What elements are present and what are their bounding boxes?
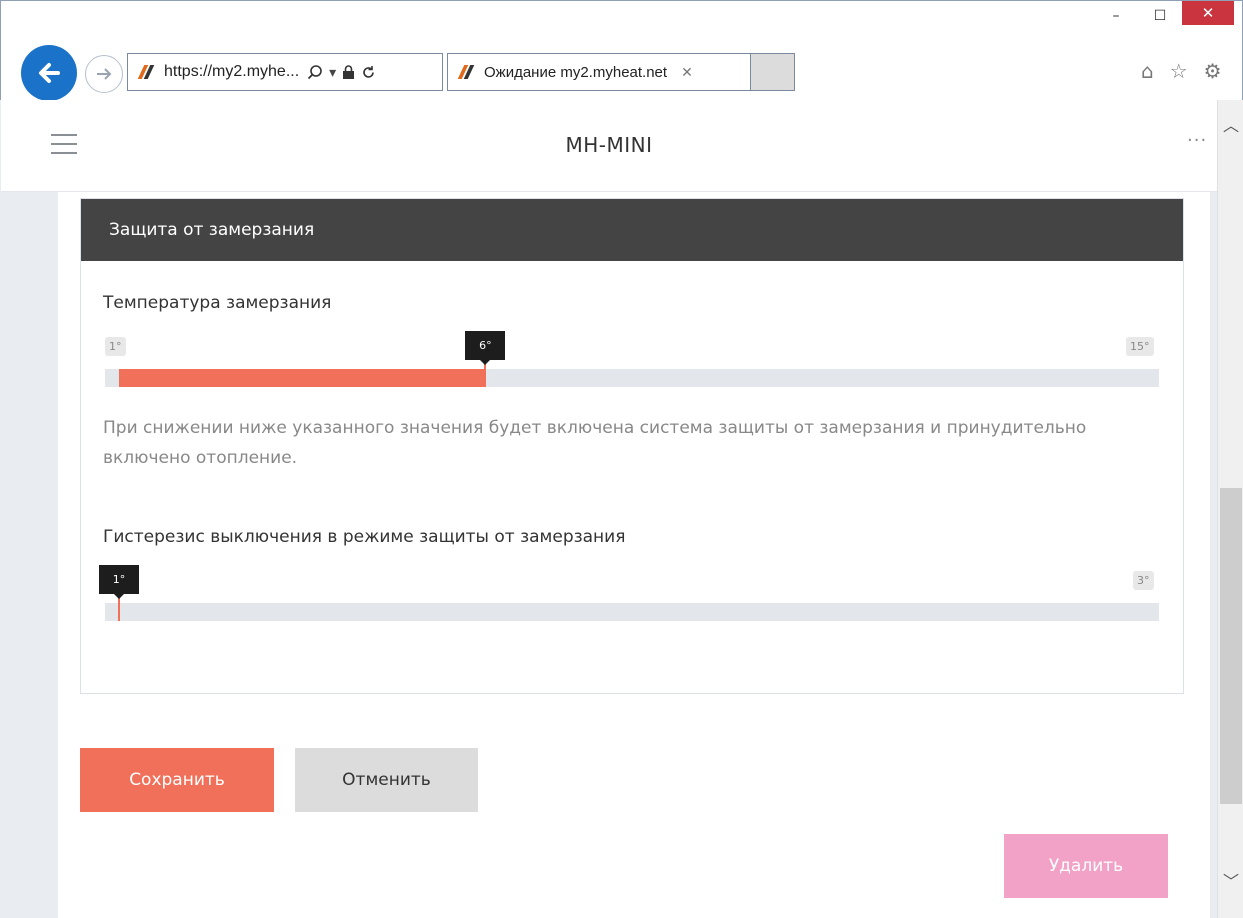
- forward-button[interactable]: [85, 55, 123, 93]
- tab-favicon-icon: [457, 65, 476, 79]
- new-tab-button[interactable]: [751, 53, 795, 91]
- scroll-up-icon[interactable]: ︿: [1218, 112, 1243, 136]
- refresh-icon[interactable]: [361, 65, 376, 80]
- browser-tab[interactable]: Ожидание my2.myheat.net ✕: [447, 53, 751, 91]
- vertical-scrollbar[interactable]: ︿ ﹀: [1217, 100, 1243, 918]
- section-title: Защита от замерзания: [81, 199, 1183, 261]
- site-favicon-icon: [137, 65, 156, 79]
- tab-close-icon[interactable]: ✕: [681, 64, 693, 81]
- forward-icon: [97, 68, 112, 80]
- lock-icon[interactable]: [342, 64, 355, 80]
- hysteresis-value-tooltip: 1°: [99, 565, 139, 599]
- back-button[interactable]: [21, 45, 77, 101]
- page-title: MH-MINI: [565, 133, 653, 157]
- scrollbar-thumb[interactable]: [1220, 488, 1242, 804]
- scroll-down-icon[interactable]: ﹀: [1218, 868, 1243, 892]
- gear-icon[interactable]: ⚙: [1204, 59, 1222, 83]
- freeze-temp-value-tooltip: 6°: [465, 331, 506, 365]
- main-content: Защита от замерзания Температура замерза…: [58, 192, 1210, 918]
- more-options-icon[interactable]: ···: [1187, 130, 1207, 151]
- close-window-button[interactable]: ✕: [1182, 1, 1234, 25]
- hysteresis-label: Гистерезис выключения в режиме защиты от…: [103, 527, 626, 547]
- home-icon[interactable]: ⌂: [1141, 59, 1154, 83]
- freeze-temp-min-label: 1°: [105, 337, 126, 356]
- save-button[interactable]: Сохранить: [80, 748, 274, 812]
- delete-button[interactable]: Удалить: [1004, 834, 1168, 898]
- freeze-temp-fill: [119, 369, 486, 387]
- freeze-temp-slider[interactable]: [105, 361, 1159, 387]
- address-bar[interactable]: https://my2.myhe... ▾: [127, 53, 443, 91]
- cancel-button[interactable]: Отменить: [295, 748, 478, 812]
- page-header: MH-MINI ···: [1, 100, 1217, 192]
- hysteresis-slider[interactable]: [105, 595, 1159, 621]
- hysteresis-max-label: 3°: [1133, 571, 1154, 590]
- browser-chrome: – ☐ ✕ https://my2.myhe... ▾ Ожидание my2…: [0, 0, 1243, 101]
- maximize-button[interactable]: ☐: [1138, 1, 1182, 31]
- address-url[interactable]: https://my2.myhe...: [164, 63, 299, 81]
- search-icon[interactable]: [307, 64, 323, 80]
- freeze-protection-card: Защита от замерзания Температура замерза…: [80, 198, 1184, 694]
- freeze-temp-max-label: 15°: [1126, 337, 1154, 356]
- freeze-temp-hint: При снижении ниже указанного значения бу…: [103, 418, 1087, 468]
- star-icon[interactable]: ☆: [1170, 59, 1188, 83]
- tab-title: Ожидание my2.myheat.net: [484, 63, 668, 81]
- minimize-button[interactable]: –: [1094, 1, 1138, 31]
- freeze-temp-label: Температура замерзания: [103, 293, 332, 313]
- dropdown-arrow-icon[interactable]: ▾: [329, 64, 336, 81]
- back-icon: [39, 63, 60, 83]
